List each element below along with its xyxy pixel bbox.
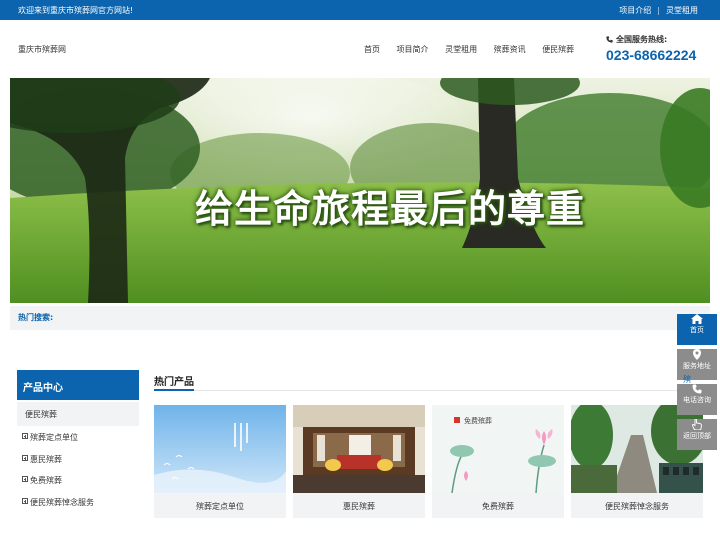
pointer-hand-icon	[692, 419, 702, 430]
product-image	[154, 405, 286, 493]
phone-icon	[692, 384, 702, 394]
nav-convenience-funeral[interactable]: 便民殡葬	[542, 44, 574, 55]
hidden-text-fragment: 殡	[683, 375, 691, 384]
product-caption: 免费殡葬	[482, 502, 514, 511]
top-link-separator: |	[657, 6, 660, 15]
hotline: 全国服务热线: 023-68662224	[606, 34, 696, 63]
svg-text:免费殡葬: 免费殡葬	[464, 416, 492, 425]
site-logo[interactable]: 重庆市殡葬网	[18, 44, 66, 55]
product-image: 免费殡葬	[432, 405, 564, 493]
product-card-designated-units[interactable]: 殡葬定点单位	[154, 405, 286, 518]
top-link-hall-rental[interactable]: 灵堂租用	[666, 6, 698, 15]
sidebar-item-label: 殡葬定点单位	[30, 433, 78, 442]
phone-icon	[606, 36, 613, 43]
welcome-text: 欢迎来到重庆市殡葬网官方网站!	[18, 6, 134, 15]
nav-hall-rental[interactable]: 灵堂租用	[445, 44, 477, 55]
product-card-free-funeral[interactable]: 免费殡葬 免费殡葬	[432, 405, 564, 518]
hotline-label: 全国服务热线:	[616, 35, 668, 44]
sidebar-item-free-funeral[interactable]: 免费殡葬	[22, 475, 94, 497]
main-nav: 首页 项目简介 灵堂租用 殡葬资讯 便民殡葬	[364, 44, 588, 55]
product-image	[293, 405, 425, 493]
site-header: 重庆市殡葬网 首页 项目简介 灵堂租用 殡葬资讯 便民殡葬 全国服务热线: 02…	[0, 20, 720, 78]
sidebar-item-designated-units[interactable]: 殡葬定点单位	[22, 432, 94, 454]
sidebar-item-benefit-funeral[interactable]: 惠民殡葬	[22, 454, 94, 476]
float-button-label: 电话咨询	[683, 396, 711, 404]
map-pin-icon	[693, 349, 701, 360]
nav-project-intro[interactable]: 项目简介	[397, 44, 429, 55]
product-caption: 便民殡葬悼念服务	[605, 502, 669, 511]
banner-caption: 给生命旅程最后的尊重	[194, 186, 585, 231]
hotline-number: 023-68662224	[606, 47, 697, 63]
hot-search-bar: 热门搜索:	[10, 306, 710, 330]
sidebar-item-label: 免费殡葬	[30, 476, 62, 485]
nav-home[interactable]: 首页	[364, 44, 380, 55]
hot-products-title: 热门产品	[154, 377, 194, 388]
product-card-benefit-funeral[interactable]: 惠民殡葬	[293, 405, 425, 518]
top-links: 项目介绍 | 灵堂租用	[619, 5, 698, 16]
float-back-to-top-button[interactable]: 返回顶部	[677, 419, 717, 450]
float-button-label: 服务地址	[683, 362, 711, 370]
float-button-label: 首页	[690, 326, 704, 334]
expand-plus-icon	[22, 433, 28, 439]
hot-search-label: 热门搜索:	[18, 313, 54, 322]
expand-plus-icon	[22, 497, 28, 504]
float-home-button[interactable]: 首页	[677, 314, 717, 345]
product-caption: 惠民殡葬	[343, 502, 375, 511]
nav-funeral-news[interactable]: 殡葬资讯	[494, 44, 526, 55]
float-phone-button[interactable]: 电话咨询	[677, 384, 717, 415]
home-icon	[691, 314, 703, 324]
product-caption: 殡葬定点单位	[196, 502, 244, 511]
expand-plus-icon	[22, 476, 28, 482]
sidebar-item-label: 便民殡葬悼念服务	[30, 497, 94, 507]
float-button-label: 返回顶部	[683, 432, 711, 440]
sidebar-item-memorial-service[interactable]: 便民殡葬悼念服务	[22, 497, 94, 519]
section-divider	[154, 390, 702, 391]
sidebar-category-convenience[interactable]: 便民殡葬	[17, 402, 139, 426]
hero-banner: 给生命旅程最后的尊重	[10, 78, 710, 303]
top-link-project-intro[interactable]: 项目介绍	[619, 6, 651, 15]
expand-plus-icon	[22, 454, 28, 461]
top-bar: 欢迎来到重庆市殡葬网官方网站! 项目介绍 | 灵堂租用	[0, 0, 720, 20]
title-underline	[154, 389, 194, 391]
sidebar-list: 殡葬定点单位 惠民殡葬 免费殡葬 便民殡葬悼念服务	[22, 432, 94, 518]
product-center-title: 产品中心	[17, 370, 139, 400]
sidebar-item-label: 惠民殡葬	[30, 454, 62, 464]
